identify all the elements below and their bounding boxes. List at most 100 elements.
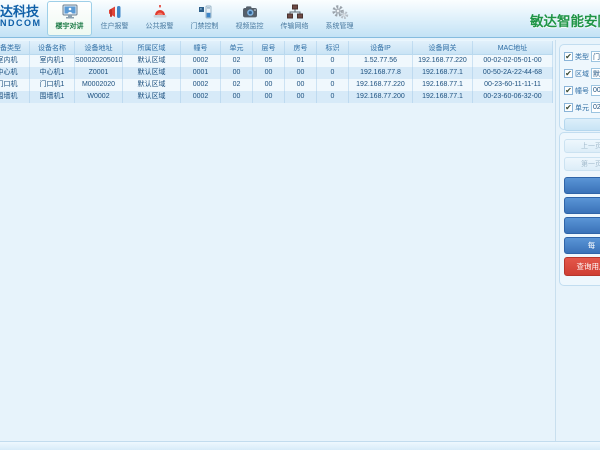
column-header: 标识	[317, 41, 349, 54]
table-cell: 00	[221, 91, 253, 103]
column-header: 层号	[253, 41, 285, 54]
table-cell: 05	[253, 55, 285, 67]
table-cell: 00-50-2A-22-44-68	[473, 67, 553, 79]
region-checkbox[interactable]: ✔	[564, 69, 573, 78]
column-header: 幢号	[181, 41, 221, 54]
public-alarm-siren-icon	[151, 4, 169, 20]
table-cell: 02	[221, 55, 253, 67]
table-cell: 0001	[181, 67, 221, 79]
query-users-button[interactable]: 查询用户	[564, 257, 600, 276]
toolbar-item-door-access[interactable]: 门禁控制	[182, 1, 227, 36]
table-header-row: 设备类型 设备名称 设备地址 所属区域 幢号 单元 层号 房号 标识 设备IP …	[0, 40, 553, 55]
filter-row-unit: ✔ 单元	[564, 101, 600, 114]
filter-label: 类型	[575, 52, 589, 62]
unit-select[interactable]	[591, 102, 600, 113]
table-cell: 00	[285, 67, 317, 79]
table-cell: 192.168.77.220	[349, 79, 413, 91]
table-cell: 00	[253, 79, 285, 91]
filter-apply-button[interactable]	[564, 118, 600, 131]
filter-groupbox: ✔ 类型 ✔ 区域 ✔ 幢号 ✔ 单元	[559, 44, 600, 130]
table-cell: 默认区域	[123, 79, 181, 91]
column-header: 设备名称	[30, 41, 75, 54]
prev-page-button[interactable]: 上一页	[564, 139, 600, 153]
action-button-3[interactable]	[564, 217, 600, 234]
table-row[interactable]: 中心机 中心机1 Z0001 默认区域 0001 00 00 00 0 192.…	[0, 67, 553, 79]
table-cell: 室内机	[0, 55, 30, 67]
action-button-1[interactable]	[564, 177, 600, 194]
table-cell: 围墙机1	[30, 91, 75, 103]
door-access-icon	[196, 4, 214, 20]
table-cell: 192.168.77.1	[413, 91, 473, 103]
table-cell: 门口机	[0, 79, 30, 91]
table-cell: 0002	[181, 55, 221, 67]
table-cell: Z0001	[75, 67, 123, 79]
first-page-button[interactable]: 第一页	[564, 157, 600, 171]
right-panel: ✔ 类型 ✔ 区域 ✔ 幢号 ✔ 单元	[558, 40, 600, 440]
table-cell: 中心机1	[30, 67, 75, 79]
toolbar-item-label: 住户报警	[101, 21, 129, 31]
toolbar-item-label: 传输网络	[281, 21, 309, 31]
toolbar-item-label: 公共报警	[146, 21, 174, 31]
actions-groupbox: 上一页 第一页 每 查询用户	[559, 132, 600, 286]
table-cell: S00020205010	[75, 55, 123, 67]
building-intercom-icon	[61, 4, 79, 20]
type-select[interactable]	[591, 51, 600, 62]
column-header: 所属区域	[123, 41, 181, 54]
table-cell: 门口机1	[30, 79, 75, 91]
table-cell: 0	[317, 67, 349, 79]
toolbar-item-system-management[interactable]: 系统管理	[317, 1, 362, 36]
type-checkbox[interactable]: ✔	[564, 52, 573, 61]
toolbar-item-public-alarm[interactable]: 公共报警	[137, 1, 182, 36]
table-cell: 192.168.77.1	[413, 79, 473, 91]
region-select[interactable]	[591, 68, 600, 79]
gears-icon	[331, 4, 349, 20]
toolbar-item-video-surveillance[interactable]: 视频监控	[227, 1, 272, 36]
toolbar-item-building-intercom[interactable]: 楼宇对讲	[47, 1, 92, 36]
table-cell: 0	[317, 79, 349, 91]
toolbar-item-resident-alarm[interactable]: 住户报警	[92, 1, 137, 36]
table-cell: 192.168.77.220	[413, 55, 473, 67]
toolbar-item-label: 视频监控	[236, 21, 264, 31]
app-window: 敏达科技 MINDCOM 楼宇对讲	[0, 0, 600, 450]
table-cell: M0002020	[75, 79, 123, 91]
filter-label: 区域	[575, 69, 589, 79]
column-header: 设备网关	[413, 41, 473, 54]
table-cell: 0	[317, 91, 349, 103]
table-cell: 默认区域	[123, 67, 181, 79]
device-table: 设备类型 设备名称 设备地址 所属区域 幢号 单元 层号 房号 标识 设备IP …	[0, 40, 553, 103]
column-header: 设备地址	[75, 41, 123, 54]
table-row[interactable]: 门口机 门口机1 M0002020 默认区域 0002 02 00 00 0 1…	[0, 79, 553, 91]
logo-latin-text: MINDCOM	[0, 19, 49, 28]
table-cell: 192.168.77.8	[349, 67, 413, 79]
toolbar-item-label: 楼宇对讲	[56, 21, 84, 31]
building-select[interactable]	[591, 85, 600, 96]
column-header: 单元	[221, 41, 253, 54]
table-cell: 0	[317, 55, 349, 67]
table-row[interactable]: 围墙机 围墙机1 W0002 默认区域 0002 00 00 00 0 192.…	[0, 91, 553, 103]
app-title: 敏达智能安防系统	[530, 10, 600, 30]
rows-per-page-button[interactable]: 每	[564, 237, 600, 254]
table-cell: 192.168.77.200	[349, 91, 413, 103]
table-cell: 192.168.77.1	[413, 67, 473, 79]
logo-chinese-text: 敏达科技	[0, 5, 49, 19]
table-cell: 中心机	[0, 67, 30, 79]
filter-label: 单元	[575, 103, 589, 113]
company-logo: 敏达科技 MINDCOM	[0, 5, 49, 28]
table-cell: 0002	[181, 79, 221, 91]
resident-alarm-icon	[106, 4, 124, 20]
table-cell: 默认区域	[123, 91, 181, 103]
table-row[interactable]: 室内机 室内机1 S00020205010 默认区域 0002 02 05 01…	[0, 55, 553, 67]
filter-label: 幢号	[575, 86, 589, 96]
column-header: MAC地址	[473, 41, 553, 54]
filter-row-building: ✔ 幢号	[564, 84, 600, 97]
column-header: 设备IP	[349, 41, 413, 54]
table-cell: W0002	[75, 91, 123, 103]
toolbar-item-label: 系统管理	[326, 21, 354, 31]
action-button-2[interactable]	[564, 197, 600, 214]
toolbar-item-transmission-network[interactable]: 传输网络	[272, 1, 317, 36]
building-checkbox[interactable]: ✔	[564, 86, 573, 95]
panel-divider	[555, 40, 556, 441]
table-cell: 00	[253, 67, 285, 79]
table-cell: 01	[285, 55, 317, 67]
unit-checkbox[interactable]: ✔	[564, 103, 573, 112]
